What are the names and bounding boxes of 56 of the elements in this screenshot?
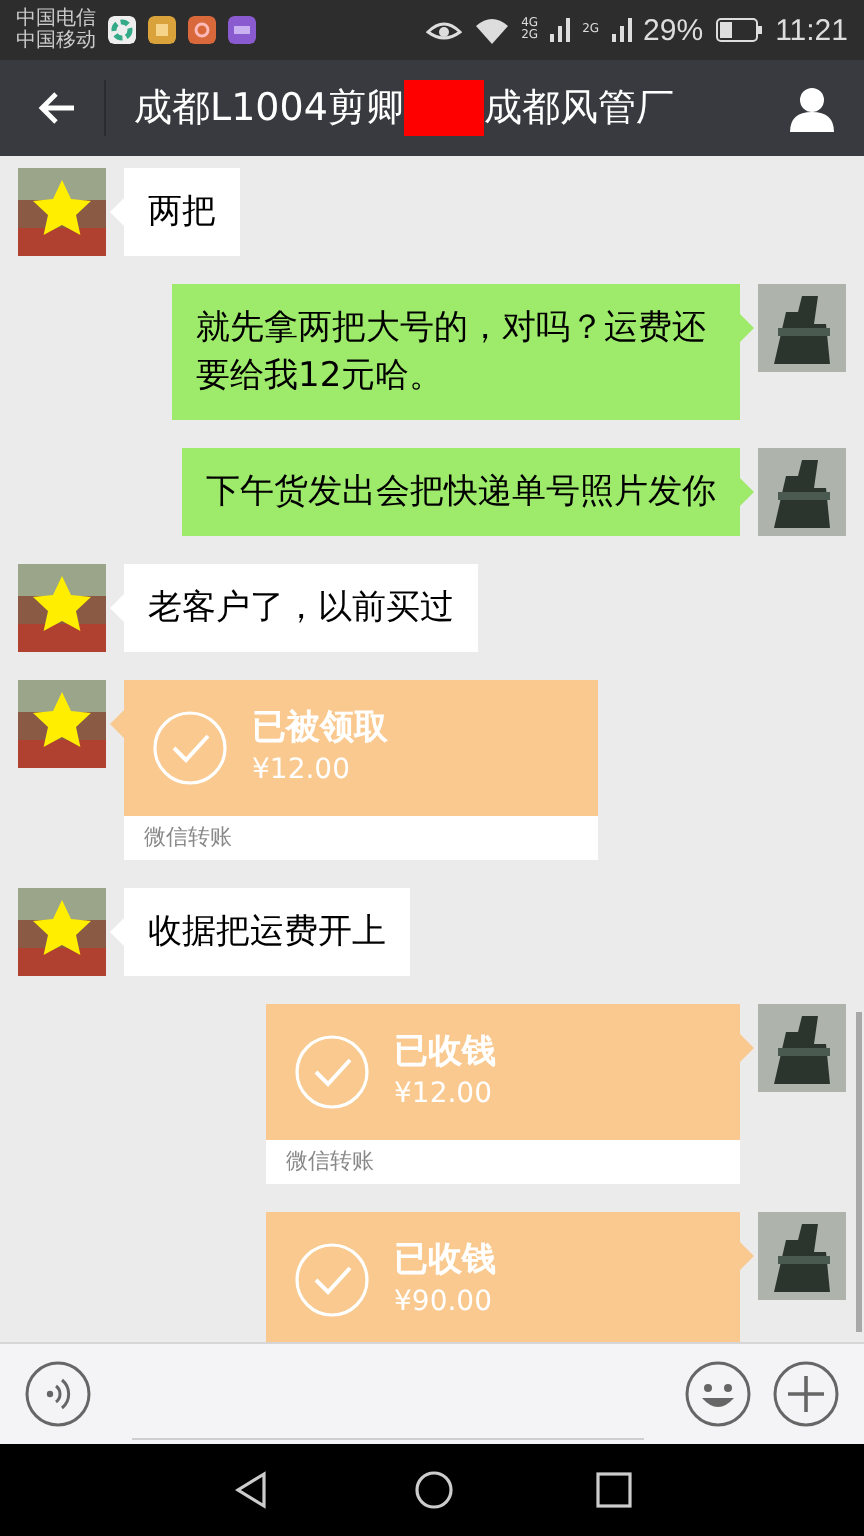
carrier-name: 中国电信 xyxy=(16,8,96,30)
app-icon xyxy=(148,16,176,44)
transfer-status: 已收钱 xyxy=(394,1238,496,1282)
message-bubble: 两把 xyxy=(110,168,240,256)
avatar-photo-placeholder xyxy=(758,284,846,372)
message-bubble: 就先拿两把大号的，对吗？运费还要给我12元哈。 xyxy=(172,284,754,420)
avatar-photo-placeholder xyxy=(758,1004,846,1092)
home-button[interactable] xyxy=(413,1470,454,1510)
app-icon xyxy=(108,16,136,44)
back-nav-button[interactable] xyxy=(231,1470,272,1510)
app-icon xyxy=(228,16,256,44)
avatar-photo-placeholder xyxy=(18,680,106,768)
transfer-label: 微信转账 xyxy=(124,816,598,860)
avatar-photo-placeholder xyxy=(18,564,106,652)
check-circle-icon xyxy=(152,710,228,786)
voice-button[interactable] xyxy=(24,1360,92,1428)
triangle-back-icon xyxy=(231,1470,272,1510)
avatar-photo-placeholder xyxy=(18,888,106,976)
carrier-name: 中国移动 xyxy=(16,30,96,52)
transfer-amount: ¥12.00 xyxy=(394,1076,494,1114)
message-bubble: 下午货发出会把快递单号照片发你 xyxy=(182,448,754,536)
smiley-icon xyxy=(684,1360,752,1428)
message-bubble: 老客户了，以前买过 xyxy=(110,564,478,652)
transfer-card[interactable]: 已被领取 ¥12.00 微信转账 xyxy=(110,680,598,860)
emoji-button[interactable] xyxy=(684,1360,752,1428)
recents-button[interactable] xyxy=(596,1472,633,1508)
check-circle-icon xyxy=(294,1242,370,1318)
transfer-card[interactable]: 已收钱 ¥12.00 微信转账 xyxy=(266,1004,754,1184)
plus-button[interactable] xyxy=(772,1360,840,1428)
plus-icon xyxy=(772,1360,840,1428)
transfer-amount: ¥12.00 xyxy=(252,752,352,790)
person-icon xyxy=(788,84,836,132)
back-arrow-icon xyxy=(36,90,76,126)
message-bubble: 收据把运费开上 xyxy=(110,888,410,976)
wifi-icon xyxy=(473,16,510,44)
avatar-photo-placeholder xyxy=(758,448,846,536)
chat-title: 成都风管厂 xyxy=(483,84,674,134)
redaction-block xyxy=(403,80,484,136)
home-circle-icon xyxy=(413,1470,454,1510)
chat-title: 成都L1004剪卿 xyxy=(134,84,404,134)
battery-icon xyxy=(715,18,764,42)
app-icon xyxy=(188,16,216,44)
signal-icon xyxy=(550,18,571,42)
transfer-label: 微信转账 xyxy=(266,1140,740,1184)
avatar-photo-placeholder xyxy=(758,1212,846,1300)
transfer-status: 已收钱 xyxy=(394,1030,496,1074)
avatar-photo-placeholder xyxy=(18,168,106,256)
battery-percent: 29% xyxy=(643,13,704,47)
voice-icon xyxy=(24,1360,92,1428)
scrollbar[interactable] xyxy=(856,1012,862,1332)
transfer-amount: ¥90.00 xyxy=(394,1284,494,1322)
clock-time: 11:21 xyxy=(775,13,848,47)
check-circle-icon xyxy=(294,1034,370,1110)
transfer-status: 已被领取 xyxy=(252,706,388,750)
signal-icon xyxy=(611,18,632,42)
square-recents-icon xyxy=(596,1472,633,1508)
